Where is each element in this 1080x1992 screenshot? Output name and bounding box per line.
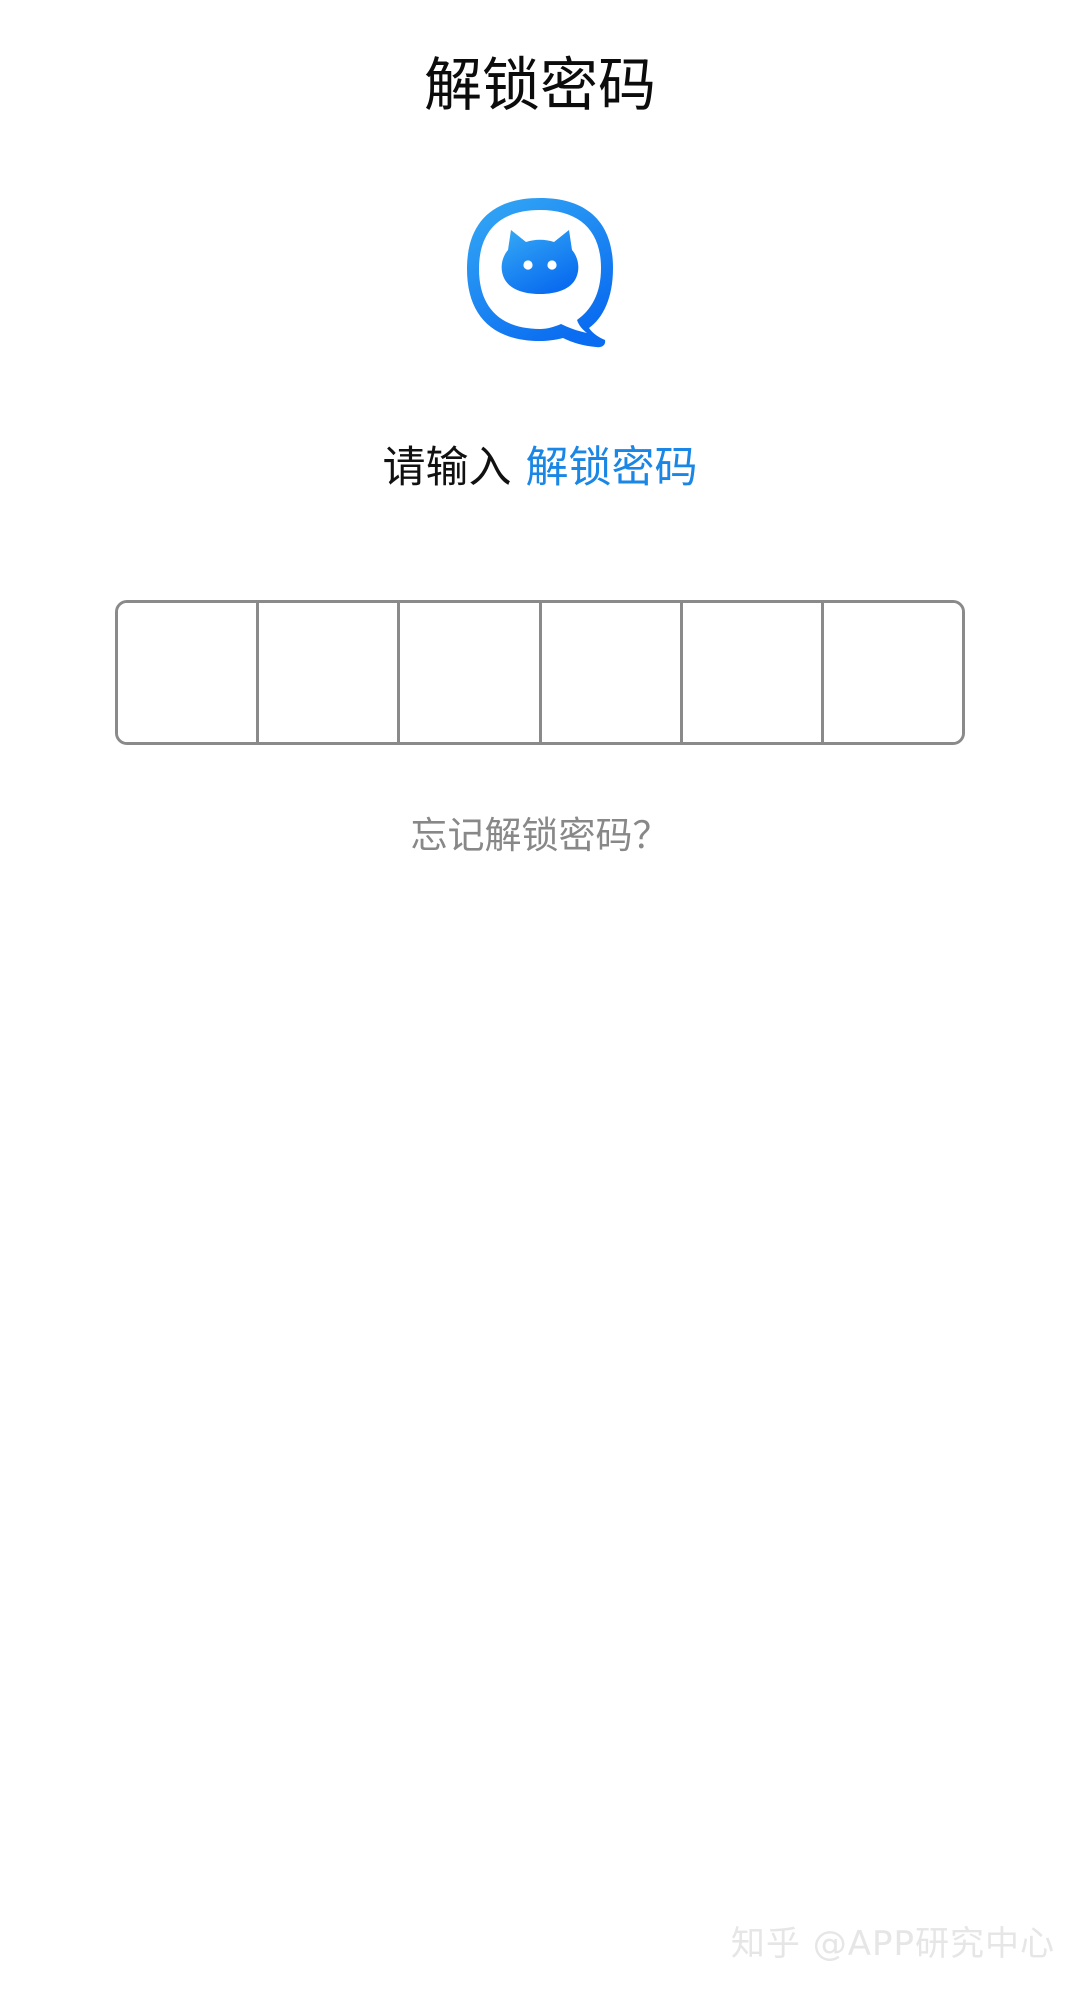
pin-cell-6[interactable] xyxy=(823,603,962,742)
pin-cell-4[interactable] xyxy=(541,603,683,742)
prompt-prefix: 请输入 xyxy=(382,443,512,493)
password-prompt: 请输入 解锁密码 xyxy=(0,438,1080,498)
app-logo xyxy=(459,190,621,352)
forgot-password-row: 忘记解锁密码？ xyxy=(0,810,1080,862)
watermark: 知乎 @APP研究中心 xyxy=(730,1924,1055,1964)
pin-input[interactable] xyxy=(115,600,965,745)
pin-cell-1[interactable] xyxy=(118,603,260,742)
pin-cell-2[interactable] xyxy=(259,603,401,742)
page-title: 解锁密码 xyxy=(423,51,656,119)
prompt-highlight: 解锁密码 xyxy=(525,443,698,493)
cat-chat-bubble-icon xyxy=(467,198,613,348)
forgot-password-link[interactable]: 忘记解锁密码？ xyxy=(411,814,670,857)
pin-cell-3[interactable] xyxy=(400,603,542,742)
pin-cell-5[interactable] xyxy=(682,603,824,742)
